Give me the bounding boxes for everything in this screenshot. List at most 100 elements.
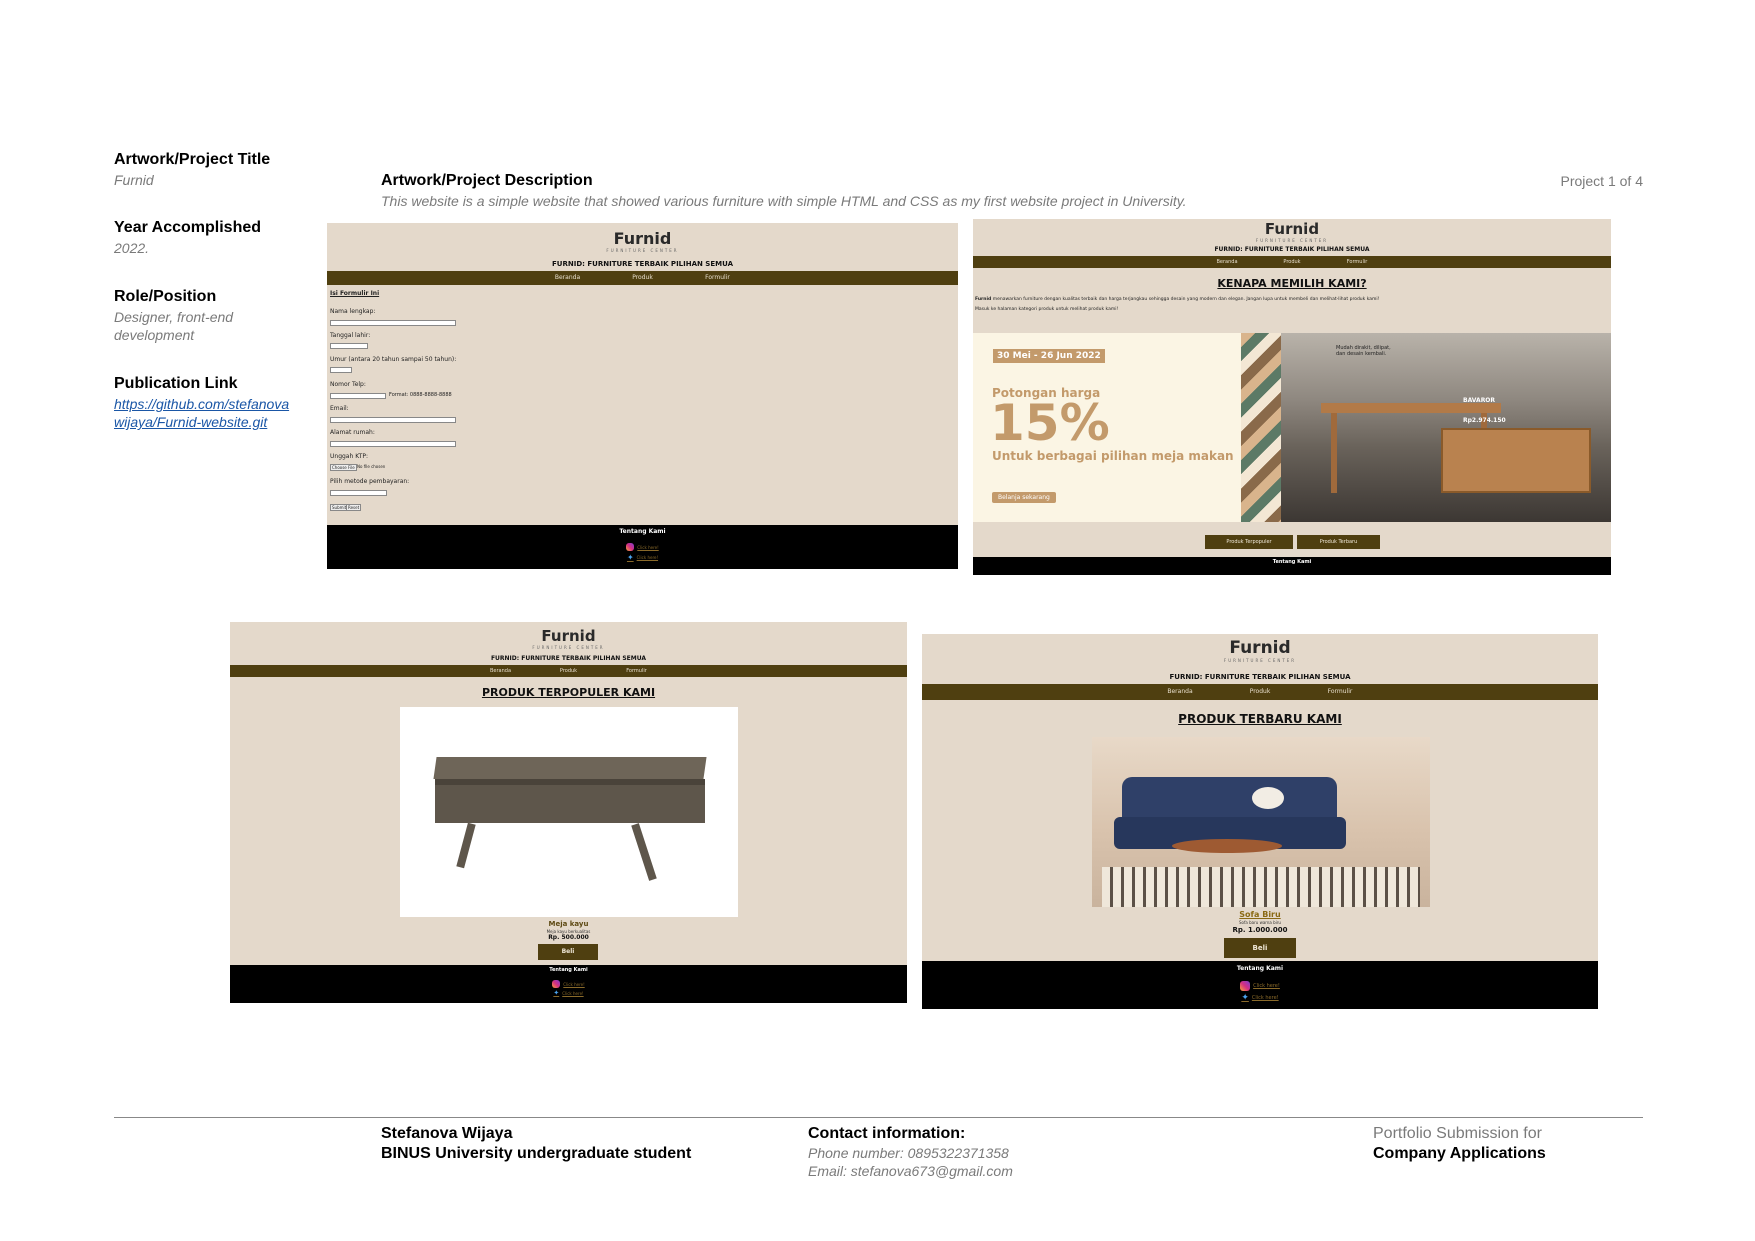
home-line1: Furnid menawarkan furniture dengan kuali… [975,297,1380,302]
contact-email: Email: stefanova673@gmail.com [808,1163,1013,1179]
contact-label: Contact information: [808,1125,966,1142]
product-name[interactable]: Sofa Biru [922,910,1598,919]
product-image-meja [400,707,738,917]
portfolio-line1: Portfolio Submission for [1373,1125,1542,1142]
promo-line2: Untuk berbagai pilihan meja makan [992,449,1234,463]
footer-twitter[interactable]: ✦ Click here! [922,993,1598,1003]
file-button[interactable]: Choose File [330,464,357,471]
nav-produk[interactable]: Produk [1260,256,1325,268]
portfolio-line2: Company Applications [1373,1145,1546,1162]
buy-button[interactable]: Beli [538,944,598,960]
payment-select[interactable] [330,490,387,496]
publication-link-label: Publication Link [114,375,238,392]
contact-phone: Phone number: 0895322371358 [808,1145,1009,1161]
nav-formulir[interactable]: Formulir [680,271,755,285]
description-label: Artwork/Project Description [381,172,593,189]
nav-produk[interactable]: Produk [535,665,603,677]
site-navbar: Beranda Produk Formulir [230,665,907,677]
nav-beranda[interactable]: Beranda [1195,256,1260,268]
site-footer: Tentang Kami Click here! ✦ Click here! [230,965,907,1003]
promo-banner[interactable]: 30 Mei - 26 Jun 2022 Potongan harga 15% … [973,333,1611,522]
product-price: Rp. 500.000 [548,934,589,941]
footer-instagram[interactable]: Click here! [922,981,1598,991]
dob-input[interactable] [330,343,368,349]
nav-produk[interactable]: Produk [1220,684,1300,700]
product-price: Rp. 1.000.000 [1232,926,1288,934]
publication-link[interactable]: https://github.com/stefanovawijaya/Furni… [114,395,294,431]
author-name: Stefanova Wijaya [381,1125,513,1142]
site-navbar: Beranda Produk Formulir [922,684,1598,700]
project-counter: Project 1 of 4 [1560,173,1644,189]
nav-beranda[interactable]: Beranda [530,271,605,285]
footer-instagram[interactable]: Click here! [230,980,907,988]
coffee-table-top-shape [433,757,707,779]
form-label-dob: Tanggal lahir: [330,332,371,339]
role-label: Role/Position [114,288,217,305]
produk-terbaru-button[interactable]: Produk Terbaru [1297,535,1380,549]
screenshot-newest-page: Furnid FURNITURE CENTER FURNID: FURNITURE… [922,634,1598,1009]
product-image-sofa [1092,737,1430,907]
promo-note: Mudah dirakit, dilipat, dan desain kemba… [1336,345,1391,357]
instagram-icon [552,980,561,988]
site-logo: Furnid FURNITURE CENTER [1255,220,1329,243]
form-label-age: Umur (antara 20 tahun sampai 50 tahun): [330,356,457,363]
table-top-shape [1321,403,1501,413]
footer-divider [114,1117,1643,1118]
form-heading: Isi Formulir Ini [330,290,380,297]
file-status: No file chosen [357,464,386,469]
buy-button[interactable]: Beli [1224,938,1296,958]
promo-price: Rp2.974.150 [1463,417,1506,424]
role-value: Designer, front-end development [114,309,234,343]
year-label: Year Accomplished [114,219,262,236]
popular-heading: PRODUK TERPOPULER KAMI [481,686,656,699]
year-value: 2022. [114,240,150,256]
screenshot-form-page: Furnid FURNITURE CENTER FURNID: FURNITURE… [327,223,958,569]
product-name: Meja kayu [548,920,589,928]
site-navbar: Beranda Produk Formulir [327,271,958,285]
promo-date: 30 Mei - 26 Jun 2022 [993,349,1105,363]
promo-cta-button[interactable]: Belanja sekarang [992,492,1056,503]
form-label-name: Nama lengkap: [330,308,376,315]
site-tagline: FURNID: FURNITURE TERBAIK PILIHAN SEMUA [490,655,647,662]
coffee-table-leg-shape [456,822,476,869]
screenshot-home-page: Furnid FURNITURE CENTER FURNID: FURNITURE… [973,219,1611,575]
footer-instagram[interactable]: Click here! [327,543,958,551]
email-input[interactable] [330,417,456,423]
rug-shape [1102,867,1420,907]
newest-heading: PRODUK TERBARU KAMI [1178,712,1342,726]
form-label-address: Alamat rumah: [330,429,375,436]
site-footer: Tentang Kami Click here! ✦ Click here! [922,961,1598,1009]
footer-twitter[interactable]: ✦ Click here! [230,989,907,997]
nav-formulir[interactable]: Formulir [603,665,671,677]
site-logo: Furnid FURNITURE CENTER [1223,638,1297,663]
cabinet-shape [1441,428,1591,493]
footer-title: Tentang Kami [549,967,588,973]
screenshot-popular-page: Furnid FURNITURE CENTER FURNID: FURNITURE… [230,622,907,1003]
reset-button[interactable]: Reset [346,504,362,511]
nav-formulir[interactable]: Formulir [1300,684,1380,700]
footer-title: Tentang Kami [1272,559,1312,565]
age-input[interactable] [330,367,352,373]
nav-beranda[interactable]: Beranda [1140,684,1220,700]
site-tagline: FURNID: FURNITURE TERBAIK PILIHAN SEMUA [1214,246,1370,253]
produk-terpopuler-button[interactable]: Produk Terpopuler [1205,535,1293,549]
phone-hint: Format: 0888-8888-8888 [389,392,452,398]
phone-input[interactable] [330,393,386,399]
twitter-icon: ✦ [1241,993,1249,1003]
nav-produk[interactable]: Produk [605,271,680,285]
twitter-icon: ✦ [626,553,634,562]
form-label-email: Email: [330,405,349,412]
nav-formulir[interactable]: Formulir [1325,256,1390,268]
instagram-icon [626,543,635,551]
site-tagline: FURNID: FURNITURE TERBAIK PILIHAN SEMUA [1169,673,1351,681]
pillow-shape [1252,787,1284,809]
address-input[interactable] [330,441,456,447]
form-label-payment: Pilih metode pembayaran: [330,478,410,485]
nav-beranda[interactable]: Beranda [467,665,535,677]
name-input[interactable] [330,320,456,326]
footer-twitter[interactable]: ✦ Click here! [327,553,958,562]
author-school: BINUS University undergraduate student [381,1145,692,1162]
table-leg-shape [1331,413,1337,493]
home-line2: Masuk ke halaman kategori produk untuk m… [975,307,1119,312]
promo-price-name: BAVAROR [1463,397,1496,404]
